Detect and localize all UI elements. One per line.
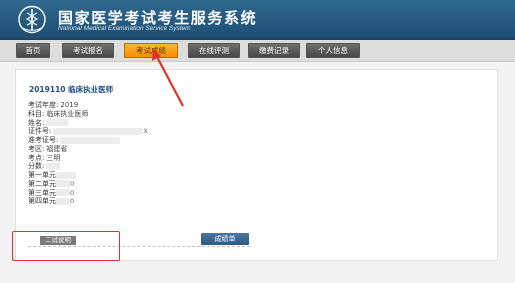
page: 国家医学考试考生服务系统 National Medical Examinatio… [0,0,515,283]
red-arrow-icon [152,49,184,107]
